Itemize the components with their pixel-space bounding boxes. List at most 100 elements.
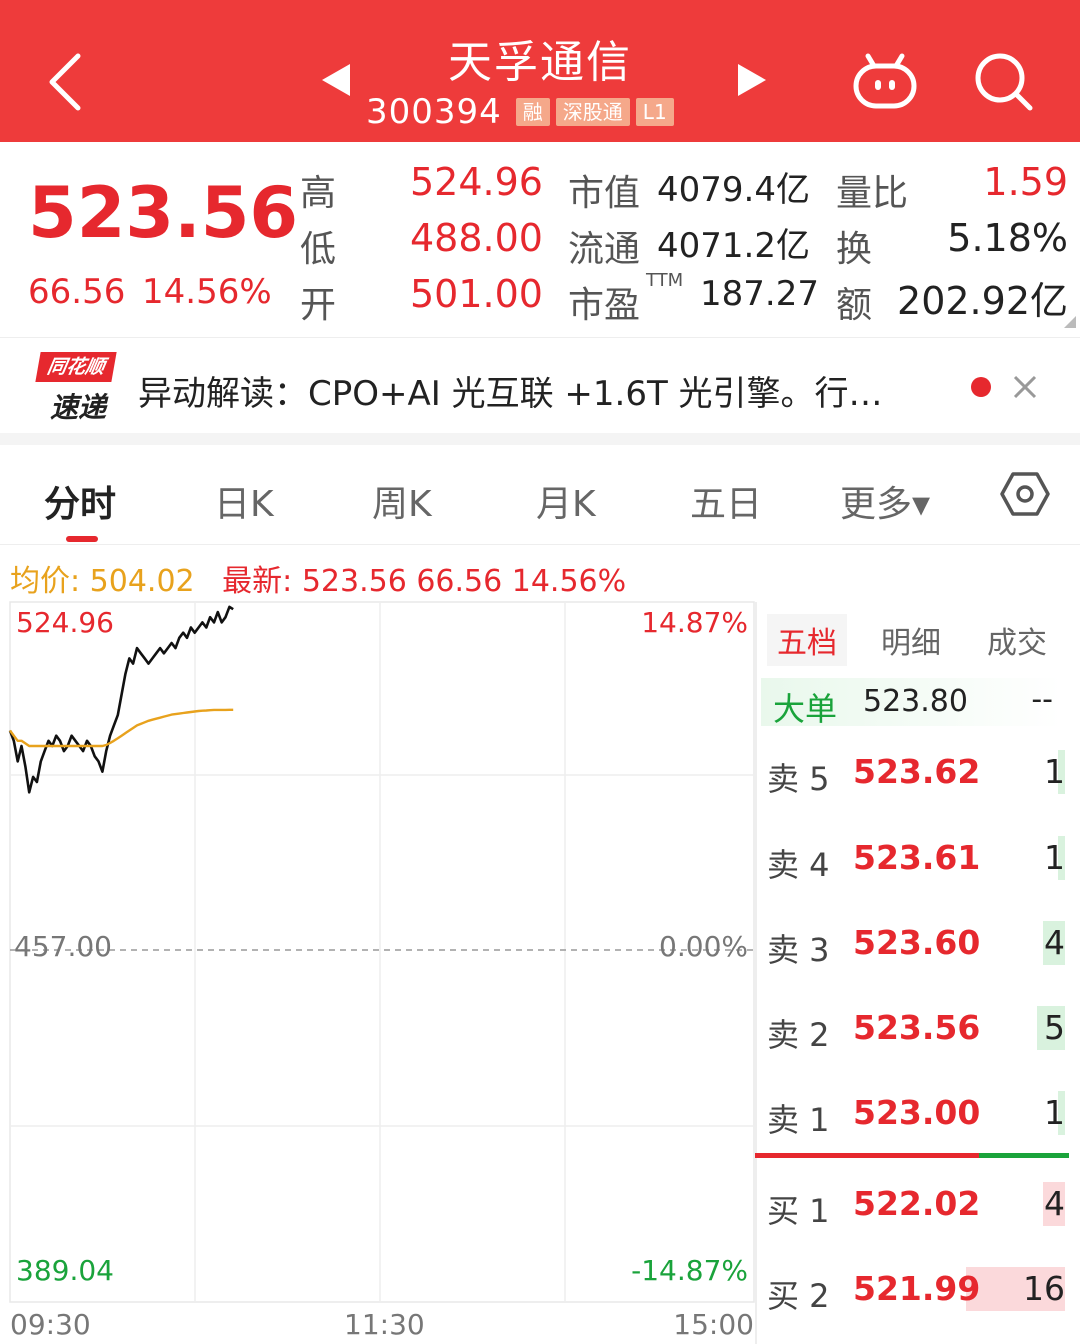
level-label: 买 1 [767, 1192, 830, 1230]
level-price: 523.61 [853, 838, 981, 877]
pe-value: 187.27 [700, 274, 819, 314]
book-row-buy-1[interactable]: 买 1 522.02 4 [755, 1174, 1065, 1234]
float-value: 4071.2亿 [657, 226, 810, 266]
margin-tag: 融 [515, 98, 550, 126]
tab-trades[interactable]: 成交 [987, 618, 1047, 662]
level-volume: 5 [1044, 1008, 1065, 1047]
tab-five-day[interactable]: 五日 [690, 475, 762, 527]
last-price: 523.56 [28, 172, 299, 254]
book-row-sell-4[interactable]: 卖 4 523.61 1 [755, 828, 1065, 888]
book-row-sell-3[interactable]: 卖 3 523.60 4 [755, 913, 1065, 973]
robot-icon[interactable] [850, 52, 920, 112]
turnover-value: 5.18% [947, 216, 1068, 260]
avg-price-legend: 均价: 504.02 [10, 564, 195, 599]
mktcap-value: 4079.4亿 [657, 170, 810, 210]
pct-top-label: 14.87% [641, 606, 748, 639]
avg-price-line [9, 708, 234, 748]
amount-value: 202.92亿 [897, 279, 1068, 323]
level-label: 卖 5 [767, 760, 830, 798]
chart-legend: 均价: 504.02 最新: 523.56 66.56 14.56% [10, 556, 626, 600]
news-headline[interactable]: 异动解读：CPO+AI 光互联 +1.6T 光引擎。行… [138, 366, 883, 415]
high-label: 高 [300, 173, 337, 214]
price-change: 66.56 [28, 272, 126, 312]
big-order-label: 大单 [773, 690, 838, 728]
intraday-chart[interactable]: 524.96 457.00 389.04 14.87% 0.00% -14.87… [0, 598, 760, 1344]
active-tab-indicator [66, 536, 98, 542]
level-price: 523.00 [853, 1093, 981, 1132]
book-row-sell-2[interactable]: 卖 2 523.56 5 [755, 998, 1065, 1058]
order-book: 五档 明细 成交 大单 523.80 -- 卖 5 523.62 1 卖 4 523.6… [755, 602, 1080, 1344]
quote-summary: 523.56 66.56 14.56% 高 低 开 524.96 488.00 … [0, 142, 1080, 336]
level-price: 521.99 [853, 1269, 981, 1308]
y-bottom-label: 389.04 [16, 1254, 114, 1287]
tab-five-levels[interactable]: 五档 [767, 614, 847, 666]
sell-strength-bar [755, 1153, 979, 1158]
tab-more[interactable]: 更多▾ [840, 475, 930, 527]
level-price: 523.62 [853, 752, 981, 791]
big-order-row: 大单 523.80 -- [761, 678, 1061, 728]
big-order-vol: -- [1031, 682, 1053, 717]
search-icon[interactable] [972, 50, 1034, 112]
level-tag: L1 [635, 98, 674, 126]
stock-code: 300394 [366, 92, 502, 132]
volratio-label: 量比 [836, 173, 909, 214]
top-bar: 天孚通信 300394 融 深股通 L1 [0, 0, 1080, 142]
level-volume: 4 [1044, 923, 1065, 962]
level-label: 卖 2 [767, 1016, 830, 1054]
ths-express-logo: 同花顺 速递 [30, 352, 117, 424]
x-label-close: 15:00 [673, 1308, 754, 1341]
book-row-sell-5[interactable]: 卖 5 523.62 1 [755, 742, 1065, 802]
unread-dot-icon [971, 377, 991, 397]
level-price: 522.02 [853, 1184, 981, 1223]
turnover-label: 换 [836, 229, 873, 270]
pe-ttm-sup: TTM [646, 270, 684, 291]
settings-icon[interactable] [1000, 471, 1050, 517]
float-label: 流通 [568, 229, 641, 270]
open-value: 501.00 [410, 272, 543, 316]
mktcap-label: 市值 [568, 173, 641, 214]
low-label: 低 [300, 229, 337, 270]
last-price-legend: 最新: 523.56 66.56 14.56% [222, 564, 627, 599]
level-label: 卖 4 [767, 846, 830, 884]
low-value: 488.00 [410, 216, 543, 260]
high-value: 524.96 [410, 160, 543, 204]
tab-monthly-k[interactable]: 月K [536, 475, 596, 527]
open-label: 开 [300, 285, 337, 326]
level-label: 卖 3 [767, 931, 830, 969]
close-icon[interactable] [1012, 374, 1038, 400]
news-bar[interactable]: 同花顺 速递 异动解读：CPO+AI 光互联 +1.6T 光引擎。行… [0, 337, 1080, 433]
intraday-chart-svg[interactable] [0, 598, 760, 1344]
next-stock-icon[interactable] [736, 62, 768, 98]
book-row-buy-2[interactable]: 买 2 521.99 16 [755, 1259, 1065, 1319]
volratio-value: 1.59 [983, 160, 1068, 204]
pe-label: 市盈 [568, 285, 641, 326]
y-mid-label: 457.00 [14, 930, 112, 963]
tab-weekly-k[interactable]: 周K [372, 475, 432, 527]
level-volume: 1 [1044, 752, 1065, 791]
y-top-label: 524.96 [16, 606, 114, 639]
pct-bottom-label: -14.87% [631, 1254, 748, 1287]
chart-period-tabs: 分时 日K 周K 月K 五日 更多▾ [0, 445, 1080, 545]
pct-mid-label: 0.00% [659, 930, 748, 963]
level-label: 买 2 [767, 1277, 830, 1315]
section-divider [0, 433, 1080, 445]
level-volume: 16 [1023, 1269, 1065, 1308]
level-price: 523.60 [853, 923, 981, 962]
tab-daily-k[interactable]: 日K [214, 475, 274, 527]
level-price: 523.56 [853, 1008, 981, 1047]
book-row-sell-1[interactable]: 卖 1 523.00 1 [755, 1083, 1065, 1143]
x-label-open: 09:30 [10, 1308, 91, 1341]
x-label-midday: 11:30 [344, 1308, 425, 1341]
level-label: 卖 1 [767, 1101, 830, 1139]
buy-strength-bar [979, 1153, 1069, 1158]
amount-label: 额 [836, 285, 873, 326]
expand-corner-icon[interactable] [1064, 316, 1076, 328]
level-volume: 1 [1044, 838, 1065, 877]
tab-intraday[interactable]: 分时 [44, 475, 116, 527]
stock-code-row: 300394 融 深股通 L1 [366, 92, 674, 132]
big-order-price: 523.80 [863, 684, 968, 719]
level-volume: 4 [1044, 1184, 1065, 1223]
price-change-pct: 14.56% [142, 272, 272, 312]
tab-ticks[interactable]: 明细 [881, 618, 941, 662]
connect-tag: 深股通 [555, 98, 630, 126]
